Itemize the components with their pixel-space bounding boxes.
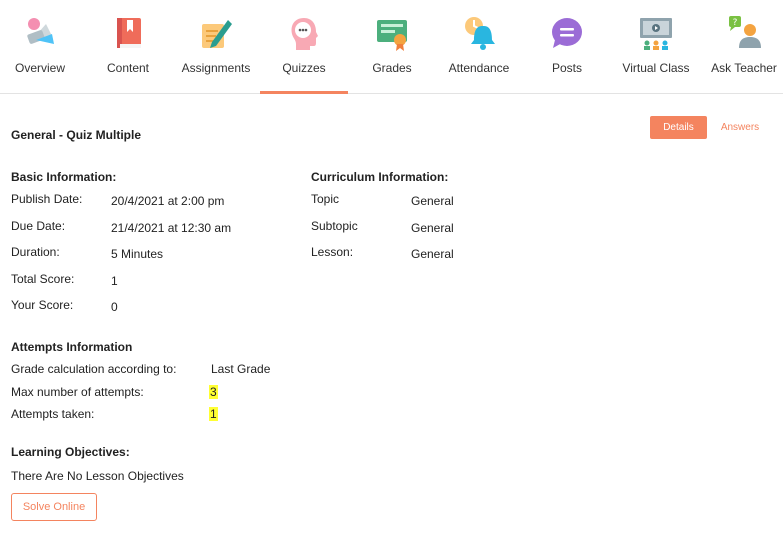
nav-label: Ask Teacher — [711, 61, 777, 75]
answers-button[interactable]: Answers — [713, 116, 767, 139]
pencil-paper-icon — [202, 20, 232, 48]
your-score-label: Your Score: — [11, 298, 74, 312]
nav-item-content[interactable]: Content — [93, 0, 163, 93]
lesson-value: General — [411, 247, 454, 261]
svg-text:?: ? — [733, 18, 738, 28]
objectives-heading: Learning Objectives: — [11, 445, 130, 459]
nav-item-quizzes[interactable]: Quizzes — [260, 0, 348, 94]
details-button[interactable]: Details — [650, 116, 707, 139]
publish-date-label: Publish Date: — [11, 192, 83, 206]
publish-date-value: 20/4/2021 at 2:00 pm — [111, 194, 225, 208]
topic-label: Topic — [311, 192, 340, 206]
due-date-value: 21/4/2021 at 12:30 am — [111, 221, 232, 235]
nav-item-assignments[interactable]: Assignments — [181, 0, 251, 93]
solve-online-button[interactable]: Solve Online — [11, 493, 97, 521]
total-score-value: 1 — [111, 274, 118, 288]
grade-calc-value: Last Grade — [211, 362, 271, 376]
nav-label: Overview — [14, 61, 65, 75]
curriculum-info-heading: Curriculum Information: — [311, 170, 449, 184]
subtopic-value: General — [411, 221, 454, 235]
chat-bubble-icon — [552, 18, 582, 48]
total-score-label: Total Score: — [11, 272, 75, 286]
subtopic-label: Subtopic — [311, 219, 358, 233]
nav-label: Attendance — [448, 61, 510, 75]
nav-item-posts[interactable]: Posts — [532, 0, 602, 93]
max-attempts-value: 3 — [209, 385, 218, 399]
attempts-taken-value: 1 — [209, 407, 218, 421]
duration-label: Duration: — [11, 245, 60, 259]
nav-label: Virtual Class — [622, 61, 690, 75]
nav-item-overview[interactable]: Overview — [5, 0, 75, 93]
lesson-label: Lesson: — [311, 245, 354, 259]
attempts-info-heading: Attempts Information — [11, 340, 133, 354]
nav-label: Assignments — [181, 61, 251, 75]
nav-label: Posts — [551, 61, 582, 75]
max-attempts-number: 3 — [209, 385, 218, 399]
nav-item-attendance[interactable]: Attendance — [444, 0, 514, 93]
duration-value: 5 Minutes — [111, 247, 164, 261]
nav-item-grades[interactable]: Grades — [357, 0, 427, 93]
nav-label: Content — [106, 61, 150, 75]
nav-label: Quizzes — [282, 61, 326, 75]
overview-icon — [27, 18, 54, 44]
virtual-class-icon — [640, 18, 672, 50]
nav-item-ask-teacher[interactable]: ? Ask Teacher — [708, 0, 780, 93]
max-attempts-label: Max number of attempts: — [11, 385, 144, 399]
topic-value: General — [411, 194, 454, 208]
attempts-taken-label: Attempts taken: — [11, 407, 95, 421]
bell-clock-icon — [465, 17, 495, 50]
nav-label: Grades — [372, 61, 412, 75]
quiz-head-icon — [291, 18, 318, 50]
basic-info-heading: Basic Information: — [11, 170, 117, 184]
your-score-value: 0 — [111, 300, 118, 314]
quiz-title: General - Quiz Multiple — [11, 128, 142, 142]
course-nav: Overview Content Assignments Quizzes Gra… — [0, 0, 783, 94]
ask-teacher-icon: ? — [729, 16, 761, 48]
attempts-taken-number: 1 — [209, 407, 218, 421]
certificate-icon — [377, 20, 407, 51]
due-date-label: Due Date: — [11, 219, 66, 233]
objectives-text: There Are No Lesson Objectives — [11, 469, 184, 483]
nav-item-virtual-class[interactable]: Virtual Class — [620, 0, 692, 93]
book-icon — [117, 18, 141, 48]
grade-calc-label: Grade calculation according to: — [11, 362, 177, 376]
